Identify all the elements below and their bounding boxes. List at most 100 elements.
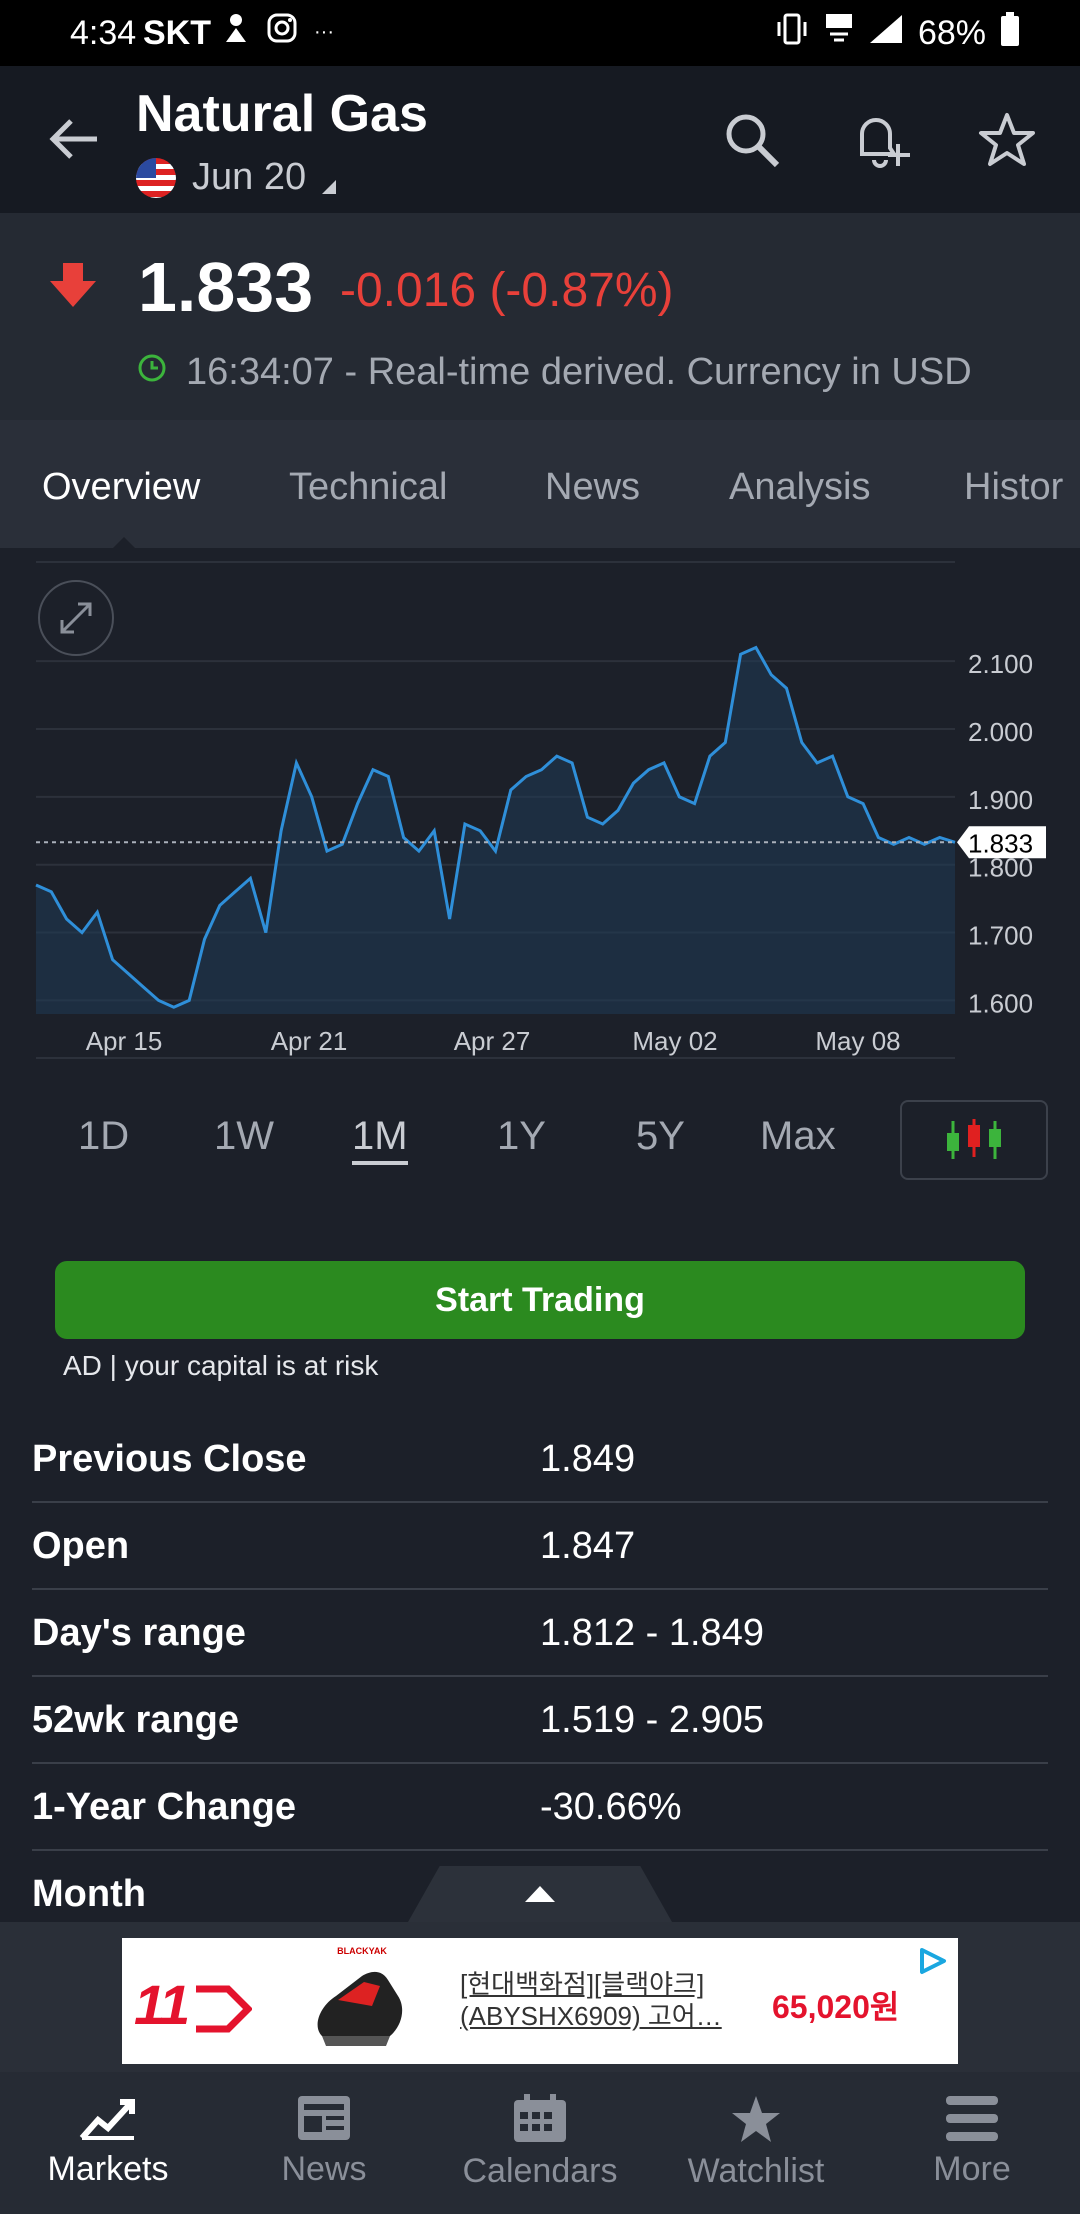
range-1d[interactable]: 1D <box>78 1114 129 1159</box>
bell-plus-icon <box>860 118 910 168</box>
contract-label: Jun 20 <box>192 156 307 198</box>
menu-icon <box>946 2096 998 2141</box>
x-tick-label: May 08 <box>815 1026 900 1056</box>
stat-label: Open <box>32 1525 130 1567</box>
chart-canvas: 2.1002.0001.9001.8001.7001.6001.833Apr 1… <box>35 561 1046 1059</box>
quote-panel: 1.833 -0.016 (-0.87%) 16:34:07 - Real-ti… <box>0 213 1080 420</box>
y-tick-label: 2.100 <box>968 649 1033 679</box>
stat-label: Previous Close <box>32 1438 307 1480</box>
y-tick-label: 1.900 <box>968 785 1033 815</box>
start-trading-button[interactable]: Start Trading <box>55 1261 1025 1339</box>
back-button[interactable] <box>38 104 108 174</box>
status-carrier: SKT <box>143 14 211 52</box>
status-bar: 4:34 SKT ··· 68% <box>0 0 1080 66</box>
star-icon <box>732 2096 780 2142</box>
lte-icon <box>824 12 854 55</box>
x-tick-label: Apr 15 <box>86 1026 163 1056</box>
us-flag-icon <box>136 157 176 198</box>
quote-timestamp: 16:34:07 - Real-time derived. Currency i… <box>186 351 972 393</box>
notification-icon <box>222 12 250 53</box>
ad-area: 11 BLACKYAK [현대백화점][블랙야크] (ABYSHX6909) 고… <box>0 1922 1080 2072</box>
stat-value: 1.812 - 1.849 <box>540 1612 764 1654</box>
series-area <box>36 647 955 1014</box>
chart-icon <box>79 2099 135 2140</box>
range-1m[interactable]: 1M <box>352 1114 408 1165</box>
search-button[interactable] <box>720 108 784 172</box>
back-arrow-icon <box>49 119 97 159</box>
instrument-title: Natural Gas <box>136 85 428 143</box>
watchlist-star-button[interactable] <box>975 108 1039 172</box>
calendar-icon <box>514 2094 566 2142</box>
y-tick-label: 1.700 <box>968 921 1033 951</box>
tab-analysis[interactable]: Analysis <box>729 466 871 509</box>
add-alert-button[interactable] <box>852 108 916 172</box>
price-change: -0.016 (-0.87%) <box>340 264 674 317</box>
status-time: 4:34 <box>70 14 137 52</box>
time-range-selector: 1D 1W 1M 1Y 5Y Max <box>0 1100 1080 1180</box>
down-arrow-icon <box>50 263 96 312</box>
stat-value: 1.847 <box>540 1525 636 1567</box>
x-tick-label: Apr 21 <box>271 1026 348 1056</box>
battery-percent: 68% <box>917 14 986 52</box>
battery-icon <box>1000 12 1020 55</box>
expand-details-button[interactable] <box>408 1866 672 1922</box>
app-header: Natural Gas Jun 20 <box>0 66 1080 213</box>
star-outline-icon <box>979 113 1035 166</box>
nav-watchlist[interactable]: Watchlist <box>648 2072 864 2214</box>
signal-icon <box>868 13 904 54</box>
ad-logo-mark <box>196 1985 254 2033</box>
newspaper-icon <box>298 2096 350 2140</box>
stat-label: Month <box>32 1873 146 1915</box>
search-icon <box>726 114 780 168</box>
tab-news[interactable]: News <box>545 466 640 509</box>
bottom-navigation: Markets News Calendars Watchlist More <box>0 2072 1080 2214</box>
stat-row: Day's range 1.812 - 1.849 <box>32 1590 1048 1677</box>
range-max[interactable]: Max <box>760 1114 836 1159</box>
ad-disclaimer: AD | your capital is at risk <box>63 1350 379 1381</box>
y-tick-label: 1.600 <box>968 988 1033 1018</box>
ad-banner[interactable]: 11 BLACKYAK [현대백화점][블랙야크] (ABYSHX6909) 고… <box>122 1938 958 2064</box>
expand-icon <box>60 602 92 634</box>
chevron-up-icon <box>525 1886 555 1902</box>
stat-label: 52wk range <box>32 1699 239 1741</box>
candlestick-icon <box>947 1119 1001 1159</box>
tab-technical[interactable]: Technical <box>289 466 447 509</box>
nav-more[interactable]: More <box>864 2072 1080 2214</box>
section-tabs: Overview Technical News Analysis Histor <box>0 420 1080 548</box>
range-1w[interactable]: 1W <box>214 1114 274 1159</box>
stat-label: Day's range <box>32 1612 246 1654</box>
key-stats-table: Previous Close 1.849 Open 1.847 Day's ra… <box>32 1416 1048 1938</box>
active-tab-indicator <box>112 537 136 548</box>
nav-calendars[interactable]: Calendars <box>432 2072 648 2214</box>
stat-row: 1-Year Change -30.66% <box>32 1764 1048 1851</box>
stat-row: Previous Close 1.849 <box>32 1416 1048 1503</box>
stat-value: -30.66% <box>540 1786 682 1828</box>
stat-value: 1.519 - 2.905 <box>540 1699 764 1741</box>
nav-markets[interactable]: Markets <box>0 2072 216 2214</box>
ad-text: [현대백화점][블랙야크] (ABYSHX6909) 고어… <box>460 1969 722 2031</box>
ad-price: 65,020원 <box>772 1989 900 2025</box>
instagram-icon <box>266 12 298 53</box>
y-tick-label: 2.000 <box>968 717 1033 747</box>
stat-row: 52wk range 1.519 - 2.905 <box>32 1677 1048 1764</box>
vibrate-icon <box>774 12 810 55</box>
range-1y[interactable]: 1Y <box>497 1114 546 1159</box>
last-price: 1.833 <box>138 248 314 326</box>
dropdown-caret-icon <box>322 179 337 194</box>
adchoices-icon[interactable] <box>916 1946 950 1981</box>
ad-product-image: BLACKYAK <box>302 1946 422 2058</box>
range-5y[interactable]: 5Y <box>636 1114 685 1159</box>
clock-icon <box>136 351 168 394</box>
stat-value: 1.849 <box>540 1438 636 1480</box>
tab-overview[interactable]: Overview <box>42 466 200 509</box>
price-chart[interactable]: 2.100 2.000 1.900 1.800 1.700 1.600 1.833 Apr 1… <box>0 548 1080 1068</box>
expand-chart-button[interactable] <box>38 580 114 656</box>
nav-news[interactable]: News <box>216 2072 432 2214</box>
tab-historical[interactable]: Histor <box>964 466 1063 509</box>
contract-selector[interactable]: Jun 20 <box>136 156 337 199</box>
ad-logo: 11 <box>134 1972 254 2037</box>
chart-type-button[interactable] <box>900 1100 1048 1180</box>
stat-row: Open 1.847 <box>32 1503 1048 1590</box>
current-price-label: 1.833 <box>968 828 1033 858</box>
more-notifications: ··· <box>314 21 334 43</box>
